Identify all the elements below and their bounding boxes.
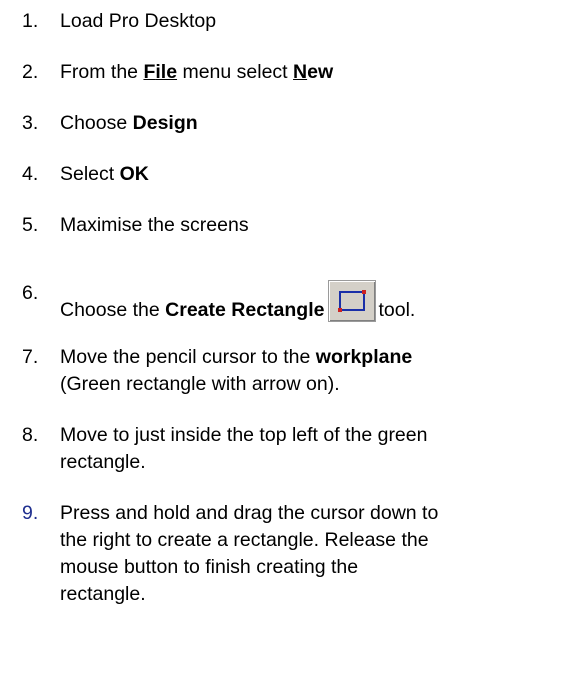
rectangle-tool-icon bbox=[328, 280, 377, 322]
rectangle-tool-glyph bbox=[338, 290, 367, 312]
step-number: 4. bbox=[22, 163, 39, 185]
step-number: 7. bbox=[22, 346, 39, 368]
step-text: Move the pencil cursor to the workplane(… bbox=[60, 346, 413, 395]
step-number: 5. bbox=[22, 214, 39, 236]
new-command-name: New bbox=[293, 61, 334, 83]
file-menu-name: File bbox=[143, 61, 178, 83]
step-number: 3. bbox=[22, 112, 39, 134]
step-number: 6. bbox=[22, 282, 39, 304]
step-number: 1. bbox=[22, 10, 39, 32]
step-number: 2. bbox=[22, 61, 39, 83]
step-text: Move to just inside the top left of the … bbox=[60, 424, 428, 473]
step-text: Choose Design bbox=[60, 112, 198, 134]
step-text: Press and hold and drag the cursor down … bbox=[60, 502, 439, 605]
step-text: Maximise the screens bbox=[60, 214, 249, 236]
step-text: Load Pro Desktop bbox=[60, 10, 217, 32]
step-text: Choose the Create Rectangle tool. bbox=[60, 280, 530, 324]
step-number: 9. bbox=[22, 502, 39, 524]
step-number: 8. bbox=[22, 424, 39, 446]
step-text: From the File menu select New bbox=[60, 61, 334, 83]
step-text: Select OK bbox=[60, 163, 149, 185]
